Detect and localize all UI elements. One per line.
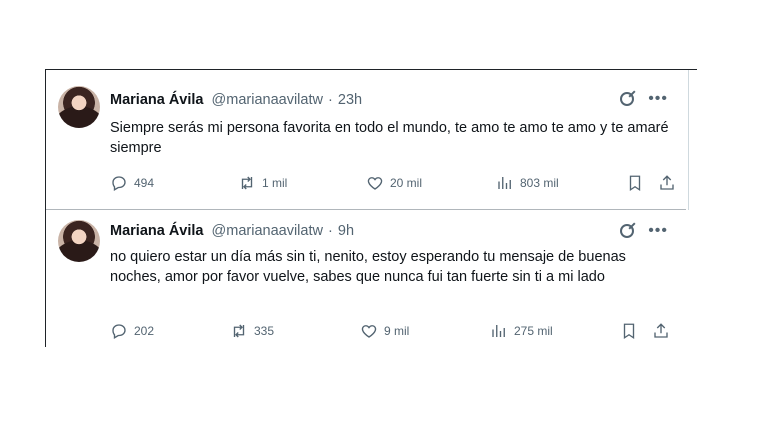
tweet-header: Mariana Ávila @marianaavilatw · 9h bbox=[110, 223, 354, 239]
timestamp[interactable]: 9h bbox=[338, 223, 354, 239]
tweet[interactable]: Mariana Ávila @marianaavilatw · 23h ••• … bbox=[46, 70, 689, 210]
views-button[interactable]: 275 mil bbox=[490, 322, 553, 340]
views-button[interactable]: 803 mil bbox=[496, 174, 559, 192]
tweet-top-icons: ••• bbox=[620, 223, 668, 239]
tweet[interactable]: Mariana Ávila @marianaavilatw · 9h ••• n… bbox=[46, 209, 686, 349]
separator: · bbox=[328, 92, 333, 108]
tweet-top-icons: ••• bbox=[620, 91, 668, 107]
retweet-count: 1 mil bbox=[262, 176, 288, 190]
share-button[interactable] bbox=[658, 174, 676, 192]
bookmark-button[interactable] bbox=[620, 322, 638, 340]
like-button[interactable]: 9 mil bbox=[360, 322, 409, 340]
grok-icon[interactable] bbox=[620, 224, 635, 238]
share-icon bbox=[652, 322, 670, 340]
reply-icon bbox=[110, 322, 128, 340]
author-handle[interactable]: @marianaavilatw bbox=[212, 223, 323, 239]
reply-count: 494 bbox=[134, 176, 155, 190]
heart-icon bbox=[366, 174, 384, 192]
heart-icon bbox=[360, 322, 378, 340]
reply-button[interactable]: 202 bbox=[110, 322, 154, 340]
reply-button[interactable]: 494 bbox=[110, 174, 154, 192]
retweet-icon bbox=[238, 174, 256, 192]
share-icon bbox=[658, 174, 676, 192]
retweet-button[interactable]: 335 bbox=[230, 322, 274, 340]
tweet-actions: 202 335 9 mil 275 mil bbox=[110, 322, 680, 342]
tweet-text: no quiero estar un día más sin ti, nenit… bbox=[110, 249, 626, 285]
retweet-count: 335 bbox=[254, 324, 275, 338]
avatar[interactable] bbox=[58, 220, 100, 262]
like-count: 9 mil bbox=[384, 324, 410, 338]
view-count: 803 mil bbox=[520, 176, 559, 190]
views-icon bbox=[490, 322, 508, 340]
timestamp[interactable]: 23h bbox=[338, 92, 362, 108]
views-icon bbox=[496, 174, 514, 192]
reply-icon bbox=[110, 174, 128, 192]
author-name[interactable]: Mariana Ávila bbox=[110, 92, 204, 108]
like-count: 20 mil bbox=[390, 176, 423, 190]
grok-icon[interactable] bbox=[620, 92, 635, 106]
reply-count: 202 bbox=[134, 324, 155, 338]
bookmark-button[interactable] bbox=[626, 174, 644, 192]
tweet-card: Mariana Ávila @marianaavilatw · 23h ••• … bbox=[45, 69, 697, 347]
retweet-icon bbox=[230, 322, 248, 340]
share-button[interactable] bbox=[652, 322, 670, 340]
author-name[interactable]: Mariana Ávila bbox=[110, 223, 204, 239]
avatar[interactable] bbox=[58, 86, 100, 128]
like-button[interactable]: 20 mil bbox=[366, 174, 422, 192]
tweet-header: Mariana Ávila @marianaavilatw · 23h bbox=[110, 92, 362, 108]
view-count: 275 mil bbox=[514, 324, 553, 338]
author-handle[interactable]: @marianaavilatw bbox=[212, 92, 323, 108]
bookmark-icon bbox=[626, 174, 644, 192]
tweet-text: Siempre serás mi persona favorita en tod… bbox=[110, 120, 669, 156]
more-icon[interactable]: ••• bbox=[648, 223, 668, 239]
tweet-actions: 494 1 mil 20 mil 803 mil bbox=[110, 174, 680, 194]
bookmark-icon bbox=[620, 322, 638, 340]
separator: · bbox=[328, 223, 333, 239]
retweet-button[interactable]: 1 mil bbox=[238, 174, 287, 192]
more-icon[interactable]: ••• bbox=[648, 91, 668, 107]
